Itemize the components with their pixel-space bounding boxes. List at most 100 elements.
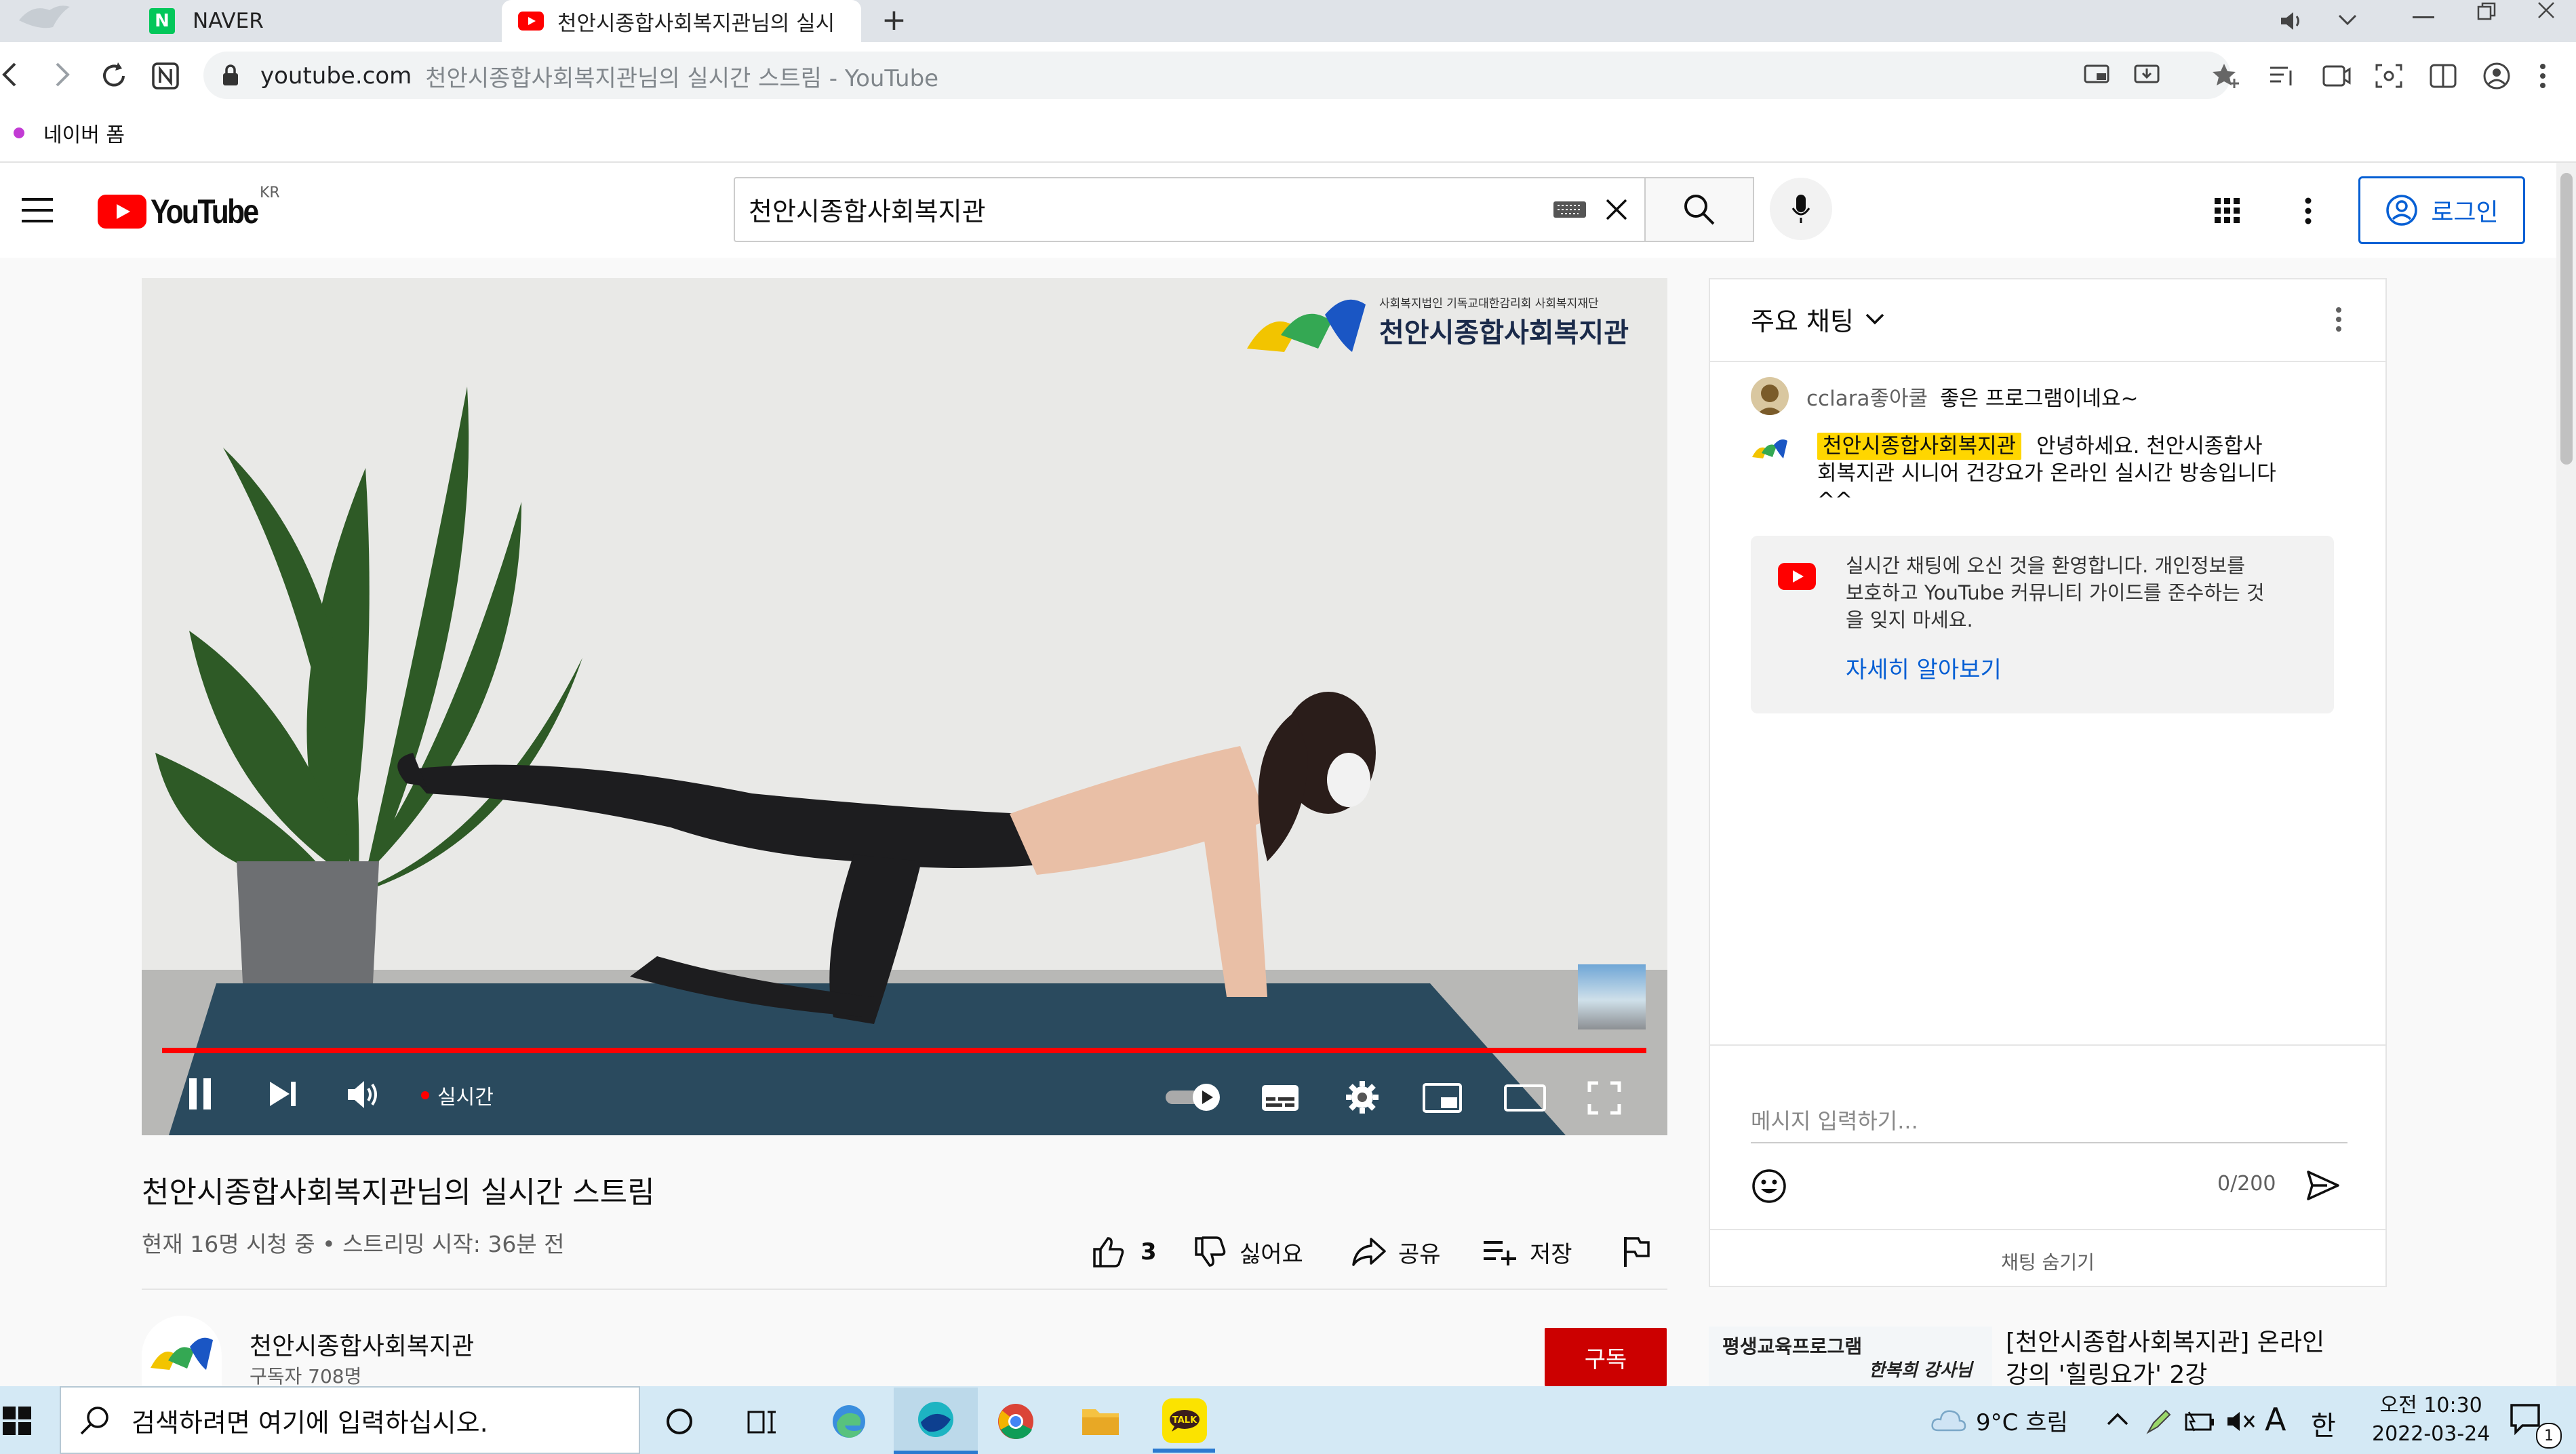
weather-widget[interactable]: 9°C 흐림	[1930, 1401, 2068, 1439]
muted-speaker-icon[interactable]	[2225, 1409, 2257, 1434]
task-view-icon[interactable]	[746, 1407, 778, 1436]
hide-chat-divider	[1710, 1229, 2385, 1230]
reading-list-icon[interactable]	[2267, 62, 2297, 90]
forward-icon[interactable]	[52, 60, 72, 90]
clear-search-icon[interactable]	[1604, 197, 1629, 222]
owner-avatar-icon[interactable]	[1751, 435, 1789, 460]
login-button[interactable]: 로그인	[2358, 176, 2525, 244]
next-icon[interactable]	[268, 1080, 298, 1108]
miniplayer-icon[interactable]	[1422, 1082, 1463, 1114]
chat-message-input[interactable]: 메시지 입력하기...	[1751, 1099, 2347, 1143]
hamburger-menu-icon[interactable]	[20, 197, 54, 224]
naver-home-icon[interactable]	[151, 61, 180, 91]
settings-more-icon[interactable]	[2304, 197, 2312, 225]
speaker-icon[interactable]	[2278, 9, 2305, 33]
restore-icon[interactable]	[2476, 1, 2497, 22]
tab-naver[interactable]: N NAVER	[149, 0, 488, 42]
lock-icon[interactable]	[221, 64, 240, 87]
ime-mode-a[interactable]: A	[2265, 1401, 2286, 1438]
settings-gear-icon[interactable]	[1345, 1080, 1380, 1115]
recommended-title[interactable]: [천안시종합사회복지관] 온라인 강의 '힐링요가' 2강	[2006, 1327, 2324, 1392]
search-input[interactable]: 천안시종합사회복지관	[734, 177, 1646, 242]
apps-grid-icon[interactable]	[2213, 197, 2242, 225]
theater-mode-icon[interactable]	[1503, 1084, 1547, 1112]
battery-icon[interactable]	[2185, 1411, 2216, 1432]
fullscreen-icon[interactable]	[1587, 1081, 1621, 1115]
url-text[interactable]: youtube.com 천안시종합사회복지관님의 실시간 스트림 - YouTu…	[260, 59, 938, 93]
volume-icon[interactable]	[345, 1078, 383, 1111]
pause-icon[interactable]	[186, 1077, 214, 1111]
live-dot-icon	[421, 1091, 429, 1099]
cortana-icon[interactable]	[665, 1407, 694, 1436]
screenshot-icon[interactable]	[2375, 62, 2403, 90]
notification-badge: 1	[2536, 1423, 2562, 1449]
video-frame-scene	[155, 387, 1566, 1135]
search-icon	[79, 1404, 111, 1436]
autoplay-toggle[interactable]	[1164, 1082, 1223, 1112]
video-player[interactable]: 사회복지법인 기독교대한감리회 사회복지재단 천안시종합사회복지관 실시간	[142, 278, 1667, 1135]
bird-icon	[12, 0, 73, 34]
channel-name[interactable]: 천안시종합사회복지관	[250, 1327, 474, 1362]
new-tab-button[interactable]: +	[881, 3, 907, 37]
youtube-icon	[1778, 563, 1816, 590]
live-indicator[interactable]: 실시간	[421, 1078, 494, 1112]
search-button[interactable]	[1646, 177, 1754, 242]
chevron-down-icon[interactable]	[2337, 12, 2358, 27]
reload-icon[interactable]	[99, 61, 129, 91]
favorites-icon[interactable]	[2212, 61, 2242, 90]
minimize-icon[interactable]	[2413, 16, 2434, 20]
chat-author[interactable]: cclara좋아쿨	[1806, 381, 1928, 412]
youtube-logo[interactable]: YouTube	[98, 191, 276, 232]
tab-youtube[interactable]: 천안시종합사회복지관님의 실시	[502, 0, 861, 42]
user-avatar[interactable]	[1751, 377, 1789, 415]
profile-icon[interactable]	[2482, 61, 2512, 91]
close-window-icon[interactable]	[2536, 0, 2556, 20]
chrome-icon[interactable]	[997, 1402, 1035, 1440]
live-label: 실시간	[437, 1086, 494, 1109]
keyboard-icon[interactable]	[1553, 200, 1587, 219]
naver-n-icon: N	[149, 8, 175, 34]
learn-more-link[interactable]: 자세히 알아보기	[1846, 651, 2002, 684]
video-meta: 현재 16명 시청 중 • 스트리밍 시작: 36분 전	[142, 1231, 565, 1257]
edge-browser-icon[interactable]	[830, 1402, 868, 1440]
player-controls: 실시간	[142, 1058, 1667, 1135]
dislike-button[interactable]: 싫어요	[1193, 1233, 1303, 1271]
send-icon[interactable]	[2305, 1169, 2341, 1202]
hide-chat-button[interactable]: 채팅 숨기기	[1710, 1248, 2385, 1275]
owner-author-badge[interactable]: 천안시종합사회복지관	[1817, 433, 2022, 460]
kakaotalk-icon[interactable]: TALK	[1162, 1398, 1207, 1443]
file-explorer-icon[interactable]	[1081, 1404, 1120, 1438]
bookmarks-bar	[0, 107, 2576, 163]
voice-search-button[interactable]	[1770, 178, 1832, 240]
ime-language[interactable]: 한	[2311, 1404, 2336, 1443]
windows-start-icon[interactable]	[0, 1407, 34, 1435]
subscriber-count: 구독자 708명	[250, 1365, 362, 1388]
clock-time: 오전 10:30	[2379, 1394, 2482, 1417]
tray-chevron-up-icon[interactable]	[2106, 1412, 2129, 1427]
clock[interactable]: 오전 10:30 2022-03-24	[2372, 1392, 2490, 1449]
report-flag-icon[interactable]	[1622, 1234, 1650, 1268]
video-capture-icon[interactable]	[2322, 62, 2352, 90]
progress-bar[interactable]	[162, 1048, 1646, 1053]
whale-browser-icon[interactable]	[894, 1388, 978, 1454]
url-title: 천안시종합사회복지관님의 실시간 스트림 - YouTube	[425, 64, 939, 92]
save-button[interactable]: 저장	[1482, 1233, 1572, 1271]
bookmark-naver-form[interactable]: 네이버 폼	[14, 119, 125, 147]
back-icon[interactable]	[0, 60, 20, 90]
browser-menu-icon[interactable]	[2539, 62, 2547, 90]
like-button[interactable]: 3	[1092, 1233, 1157, 1271]
cast-icon[interactable]	[2083, 62, 2110, 88]
scrollbar-thumb[interactable]	[2560, 173, 2573, 465]
subscribe-button[interactable]: 구독	[1545, 1328, 1667, 1386]
recommended-thumbnail[interactable]: 평생교육프로그램 한복희 강사님	[1709, 1327, 1992, 1386]
emoji-icon[interactable]	[1751, 1168, 1787, 1204]
chat-menu-icon[interactable]	[2335, 307, 2342, 332]
subtitles-icon[interactable]	[1261, 1084, 1300, 1112]
pen-icon[interactable]	[2144, 1407, 2174, 1436]
share-button[interactable]: 공유	[1351, 1233, 1441, 1271]
login-label: 로그인	[2431, 199, 2499, 227]
chat-mode-dropdown[interactable]: 주요 채팅	[1751, 298, 1885, 339]
windows-search-box[interactable]: 검색하려면 여기에 입력하십시오.	[60, 1386, 640, 1454]
sidebar-toggle-icon[interactable]	[2429, 62, 2457, 90]
install-app-icon[interactable]	[2133, 62, 2160, 88]
